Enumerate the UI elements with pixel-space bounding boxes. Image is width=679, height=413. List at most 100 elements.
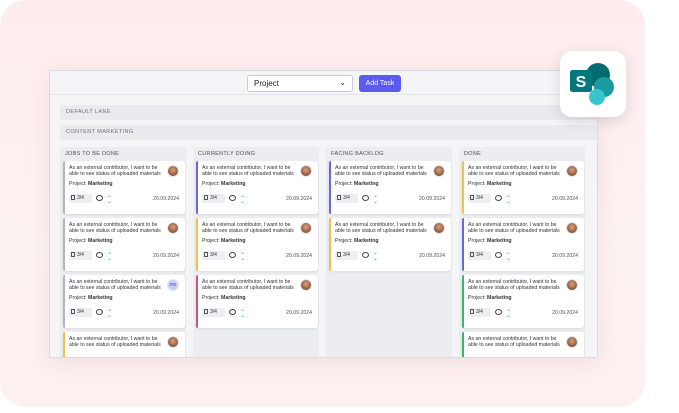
double-chevron-down-icon: ⌄ ⌄ bbox=[107, 193, 113, 205]
avatar[interactable] bbox=[300, 222, 312, 234]
avatar[interactable]: PS bbox=[167, 279, 179, 291]
project-name: Marketing bbox=[221, 295, 246, 301]
task-project: Project: Marketing bbox=[468, 181, 512, 187]
task-due-date: 20.09.2024 bbox=[552, 253, 578, 259]
task-description: As an external contributor, I want to be… bbox=[468, 222, 560, 235]
lane-default[interactable]: DEFAULT LANE bbox=[60, 105, 597, 120]
double-chevron-down-icon: ⌄ ⌄ bbox=[373, 193, 379, 205]
project-select[interactable]: Project ⌄ bbox=[247, 75, 353, 92]
attachment-count[interactable]: 3/4 bbox=[468, 251, 491, 260]
attachment-count-value: 3/4 bbox=[210, 195, 217, 201]
attachment-count[interactable]: 3/4 bbox=[202, 251, 225, 260]
task-description: As an external contributor, I want to be… bbox=[202, 279, 294, 292]
attachment-count-value: 3/4 bbox=[476, 252, 483, 258]
task-card[interactable]: As an external contributor, I want to be… bbox=[63, 332, 185, 357]
comment-icon[interactable] bbox=[229, 195, 236, 201]
attachment-count-value: 3/4 bbox=[476, 309, 483, 315]
column-title: FACING BACKLOG bbox=[331, 151, 384, 157]
avatar[interactable] bbox=[300, 279, 312, 291]
avatar[interactable] bbox=[566, 336, 578, 348]
task-card[interactable]: As an external contributor, I want to be… bbox=[63, 218, 185, 271]
double-chevron-down-icon: ⌄ ⌄ bbox=[240, 193, 246, 205]
attachment-count[interactable]: 3/4 bbox=[69, 308, 92, 317]
attachment-count[interactable]: 3/4 bbox=[468, 194, 491, 203]
add-task-button[interactable]: Add Task bbox=[359, 75, 401, 92]
task-card[interactable]: As an external contributor, I want to be… bbox=[196, 275, 318, 328]
avatar[interactable] bbox=[433, 165, 445, 177]
avatar[interactable] bbox=[167, 336, 179, 348]
double-chevron-down-icon: ⌄ ⌄ bbox=[506, 193, 512, 205]
task-project: Project: Marketing bbox=[202, 181, 246, 187]
double-chevron-down-icon: ⌄ ⌄ bbox=[240, 307, 246, 319]
task-due-date: 20.09.2024 bbox=[153, 310, 179, 316]
avatar[interactable] bbox=[566, 279, 578, 291]
attachment-count[interactable]: 3/4 bbox=[69, 251, 92, 260]
comment-icon[interactable] bbox=[362, 252, 369, 258]
comment-icon[interactable] bbox=[96, 195, 103, 201]
comment-icon[interactable] bbox=[495, 252, 502, 258]
column-title: CURRENTLY DOING bbox=[198, 151, 256, 157]
task-card[interactable]: As an external contributor, I want to be… bbox=[329, 161, 451, 214]
status-accent-bar bbox=[462, 218, 464, 271]
avatar[interactable] bbox=[300, 165, 312, 177]
document-icon bbox=[337, 195, 341, 200]
svg-text:S: S bbox=[576, 74, 587, 91]
board-toolbar: Project ⌄ Add Task bbox=[50, 71, 597, 95]
task-card[interactable]: As an external contributor, I want to be… bbox=[462, 218, 584, 271]
chevron-down-icon: ⌄ bbox=[339, 78, 346, 87]
double-chevron-down-icon: ⌄ ⌄ bbox=[107, 250, 113, 262]
task-card[interactable]: As an external contributor, I want to be… bbox=[63, 161, 185, 214]
avatar[interactable] bbox=[433, 222, 445, 234]
task-description: As an external contributor, I want to be… bbox=[202, 165, 294, 178]
comment-icon[interactable] bbox=[362, 195, 369, 201]
document-icon bbox=[470, 309, 474, 314]
task-project: Project: Marketing bbox=[468, 295, 512, 301]
task-due-date: 20.09.2024 bbox=[419, 253, 445, 259]
task-project: Project: Marketing bbox=[335, 181, 379, 187]
avatar[interactable] bbox=[566, 165, 578, 177]
project-label: Project: bbox=[69, 295, 87, 301]
comment-icon[interactable] bbox=[229, 309, 236, 315]
project-label: Project: bbox=[468, 295, 486, 301]
project-select-value: Project bbox=[254, 79, 279, 88]
project-label: Project: bbox=[468, 181, 486, 187]
comment-icon[interactable] bbox=[495, 309, 502, 315]
comment-icon[interactable] bbox=[495, 195, 502, 201]
task-project: Project: Marketing bbox=[69, 181, 113, 187]
task-due-date: 20.09.2024 bbox=[153, 253, 179, 259]
document-icon bbox=[337, 252, 341, 257]
task-card[interactable]: As an external contributor, I want to be… bbox=[462, 275, 584, 328]
attachment-count[interactable]: 3/4 bbox=[335, 251, 358, 260]
project-name: Marketing bbox=[221, 238, 246, 244]
comment-icon[interactable] bbox=[96, 309, 103, 315]
attachment-count[interactable]: 3/4 bbox=[468, 308, 491, 317]
status-accent-bar bbox=[196, 275, 198, 328]
task-card[interactable]: As an external contributor, I want to be… bbox=[196, 161, 318, 214]
avatar[interactable] bbox=[566, 222, 578, 234]
attachment-count[interactable]: 3/4 bbox=[335, 194, 358, 203]
status-accent-bar bbox=[63, 161, 65, 214]
kanban-column: DONE As an external contributor, I want t… bbox=[459, 147, 585, 357]
comment-icon[interactable] bbox=[96, 252, 103, 258]
task-card[interactable]: As an external contributor, I want to be… bbox=[462, 332, 584, 357]
attachment-count[interactable]: 3/4 bbox=[202, 194, 225, 203]
attachment-count[interactable]: 3/4 bbox=[69, 194, 92, 203]
project-name: Marketing bbox=[221, 181, 246, 187]
task-card[interactable]: As an external contributor, I want to be… bbox=[462, 161, 584, 214]
task-card[interactable]: As an external contributor, I want to be… bbox=[63, 275, 185, 328]
lane-content-marketing[interactable]: CONTENT MARKETING bbox=[60, 125, 597, 140]
task-due-date: 20.09.2024 bbox=[286, 253, 312, 259]
attachment-count[interactable]: 3/4 bbox=[202, 308, 225, 317]
sharepoint-logo-icon: S bbox=[560, 51, 626, 117]
avatar[interactable] bbox=[167, 222, 179, 234]
comment-icon[interactable] bbox=[229, 252, 236, 258]
task-card[interactable]: As an external contributor, I want to be… bbox=[329, 218, 451, 271]
project-label: Project: bbox=[202, 181, 220, 187]
avatar[interactable] bbox=[167, 165, 179, 177]
project-name: Marketing bbox=[354, 181, 379, 187]
task-project: Project: Marketing bbox=[202, 295, 246, 301]
project-name: Marketing bbox=[487, 181, 512, 187]
status-accent-bar bbox=[329, 218, 331, 271]
double-chevron-down-icon: ⌄ ⌄ bbox=[506, 307, 512, 319]
task-card[interactable]: As an external contributor, I want to be… bbox=[196, 218, 318, 271]
